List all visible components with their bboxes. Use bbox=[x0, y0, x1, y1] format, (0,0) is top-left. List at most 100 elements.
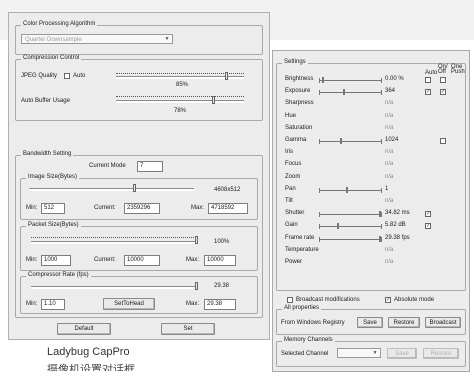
group-title: Compressor Rate (fps) bbox=[26, 272, 91, 278]
color-processing-group: Color Processing Algorithm Quarter Downs… bbox=[15, 21, 263, 55]
color-algorithm-select[interactable]: Quarter Downsample ▼ bbox=[21, 34, 173, 44]
set-to-head-button[interactable]: SetToHead bbox=[103, 298, 155, 310]
channel-select[interactable]: ▼ bbox=[337, 348, 381, 358]
packet-size-slider[interactable] bbox=[31, 241, 198, 244]
max-label: Max: bbox=[191, 205, 205, 211]
image-size-slider[interactable] bbox=[29, 188, 194, 191]
set-button[interactable]: Set bbox=[161, 323, 215, 335]
jpeg-value: 85% bbox=[176, 82, 189, 88]
compressor-rate-slider[interactable] bbox=[31, 286, 198, 289]
property-value: 34.82 ms bbox=[385, 210, 410, 217]
slider-end-cap bbox=[319, 90, 320, 96]
jpeg-slider-thumb[interactable] bbox=[225, 72, 228, 80]
slider-end-cap bbox=[319, 78, 320, 83]
property-row: Gamma 1024 bbox=[277, 137, 465, 147]
onoff-checkbox[interactable] bbox=[440, 77, 446, 83]
property-slider[interactable] bbox=[319, 238, 381, 240]
compressor-max-field[interactable]: 29.38 bbox=[204, 299, 236, 310]
property-slider[interactable] bbox=[319, 226, 381, 228]
compressor-rate-value: 29.38 bbox=[214, 283, 230, 289]
property-value: 1 bbox=[385, 185, 389, 192]
group-title: Bandwidth Setting bbox=[21, 151, 74, 157]
property-name: Tilt bbox=[285, 198, 293, 204]
default-button[interactable]: Default bbox=[57, 323, 111, 335]
slider-end-cap bbox=[381, 78, 382, 83]
save-channel-button[interactable]: Save bbox=[387, 348, 417, 359]
current-mode-field: 7 bbox=[137, 161, 163, 172]
broadcast-modifications-label: Broadcast modifications bbox=[296, 297, 360, 303]
restore-properties-button[interactable]: Restore bbox=[388, 317, 420, 328]
property-row: Temperature n/a bbox=[277, 247, 465, 257]
group-title: Image Size(Bytes) bbox=[26, 174, 80, 180]
from-registry-label: From Windows Registry bbox=[281, 320, 345, 326]
property-row: Iris n/a bbox=[277, 149, 465, 159]
image-size-value: 4608x512 bbox=[214, 187, 241, 193]
auto-buffer-label: Auto Buffer Usage bbox=[21, 98, 70, 104]
auto-checkbox[interactable]: ✓ bbox=[425, 211, 431, 218]
property-slider[interactable] bbox=[319, 141, 381, 142]
buffer-slider[interactable] bbox=[116, 100, 244, 103]
camera-settings-dialog: Settings Auto On/ Off One Push Brightnes… bbox=[272, 50, 470, 372]
auto-checkbox[interactable]: ✓ bbox=[425, 223, 431, 230]
buffer-slider-thumb[interactable] bbox=[212, 96, 215, 104]
property-slider[interactable] bbox=[319, 80, 381, 81]
property-value: 0.00 % bbox=[385, 76, 404, 82]
slider-end-cap bbox=[381, 212, 382, 218]
property-name: Focus bbox=[285, 161, 302, 168]
property-slider[interactable] bbox=[319, 189, 381, 191]
settings-group: Settings Auto On/ Off One Push Brightnes… bbox=[276, 59, 466, 291]
slider-thumb[interactable] bbox=[322, 77, 324, 83]
selected-channel-label: Selected Channel bbox=[281, 351, 329, 357]
image-size-slider-thumb[interactable] bbox=[133, 184, 136, 192]
save-properties-button[interactable]: Save bbox=[357, 317, 383, 328]
buffer-value: 78% bbox=[174, 108, 187, 114]
auto-checkbox[interactable] bbox=[425, 77, 431, 83]
packet-size-current-field[interactable]: 10000 bbox=[124, 255, 160, 266]
caption-title: Ladybug CapPro bbox=[47, 346, 130, 358]
image-size-min-field[interactable]: 512 bbox=[41, 203, 65, 214]
property-slider[interactable] bbox=[319, 92, 381, 94]
property-row: Shutter 34.82 ms ✓ bbox=[277, 210, 465, 220]
slider-end-cap bbox=[381, 139, 382, 144]
compressor-rate-slider-thumb[interactable] bbox=[195, 282, 198, 290]
group-title: Compression Control bbox=[21, 55, 82, 61]
slider-thumb[interactable] bbox=[379, 235, 381, 242]
property-value: 29.38 fps bbox=[385, 234, 410, 241]
broadcast-properties-button[interactable]: Broadcast bbox=[425, 317, 461, 328]
compressor-min-field[interactable]: 1.10 bbox=[41, 299, 65, 310]
onoff-checkbox[interactable] bbox=[440, 138, 446, 144]
property-row: Saturation n/a bbox=[277, 125, 465, 135]
property-row: Pan 1 bbox=[277, 186, 465, 196]
image-size-current-field[interactable]: 2359296 bbox=[124, 203, 160, 214]
group-title: Color Processing Algorithm bbox=[21, 21, 98, 27]
packet-size-slider-thumb[interactable] bbox=[195, 236, 198, 244]
packet-size-min-field[interactable]: 1000 bbox=[41, 255, 71, 266]
property-name: Gamma bbox=[285, 137, 307, 143]
slider-thumb[interactable] bbox=[340, 138, 342, 144]
onepush-column-header: One Push bbox=[451, 64, 465, 75]
slider-end-cap bbox=[381, 187, 382, 193]
auto-checkbox[interactable]: ✓ bbox=[425, 89, 431, 96]
image-size-max-field[interactable]: 4718592 bbox=[208, 203, 248, 214]
property-row: Power n/a bbox=[277, 259, 465, 269]
onoff-checkbox[interactable]: ✓ bbox=[440, 89, 446, 96]
packet-size-max-field[interactable]: 10000 bbox=[204, 255, 236, 266]
property-row: Frame rate 29.38 fps bbox=[277, 235, 465, 245]
all-properties-group: All properties From Windows Registry Sav… bbox=[276, 305, 466, 335]
property-value: n/a bbox=[385, 161, 394, 168]
property-value: n/a bbox=[385, 173, 394, 180]
slider-thumb[interactable] bbox=[379, 211, 381, 218]
property-value: 1024 bbox=[385, 137, 399, 143]
slider-thumb[interactable] bbox=[337, 223, 339, 230]
broadcast-modifications-checkbox[interactable] bbox=[287, 297, 293, 303]
jpeg-auto-checkbox[interactable] bbox=[64, 73, 70, 79]
property-slider[interactable] bbox=[319, 214, 381, 216]
property-row: Exposure 364 ✓ ✓ bbox=[277, 88, 465, 98]
restore-channel-button[interactable]: Restore bbox=[423, 348, 459, 359]
min-label: Min: bbox=[26, 257, 38, 263]
slider-thumb[interactable] bbox=[343, 89, 345, 96]
slider-thumb[interactable] bbox=[346, 186, 348, 193]
absolute-mode-checkbox[interactable]: ✓ bbox=[385, 297, 391, 303]
property-name: Pan bbox=[285, 185, 296, 192]
packet-size-value: 100% bbox=[214, 239, 230, 245]
